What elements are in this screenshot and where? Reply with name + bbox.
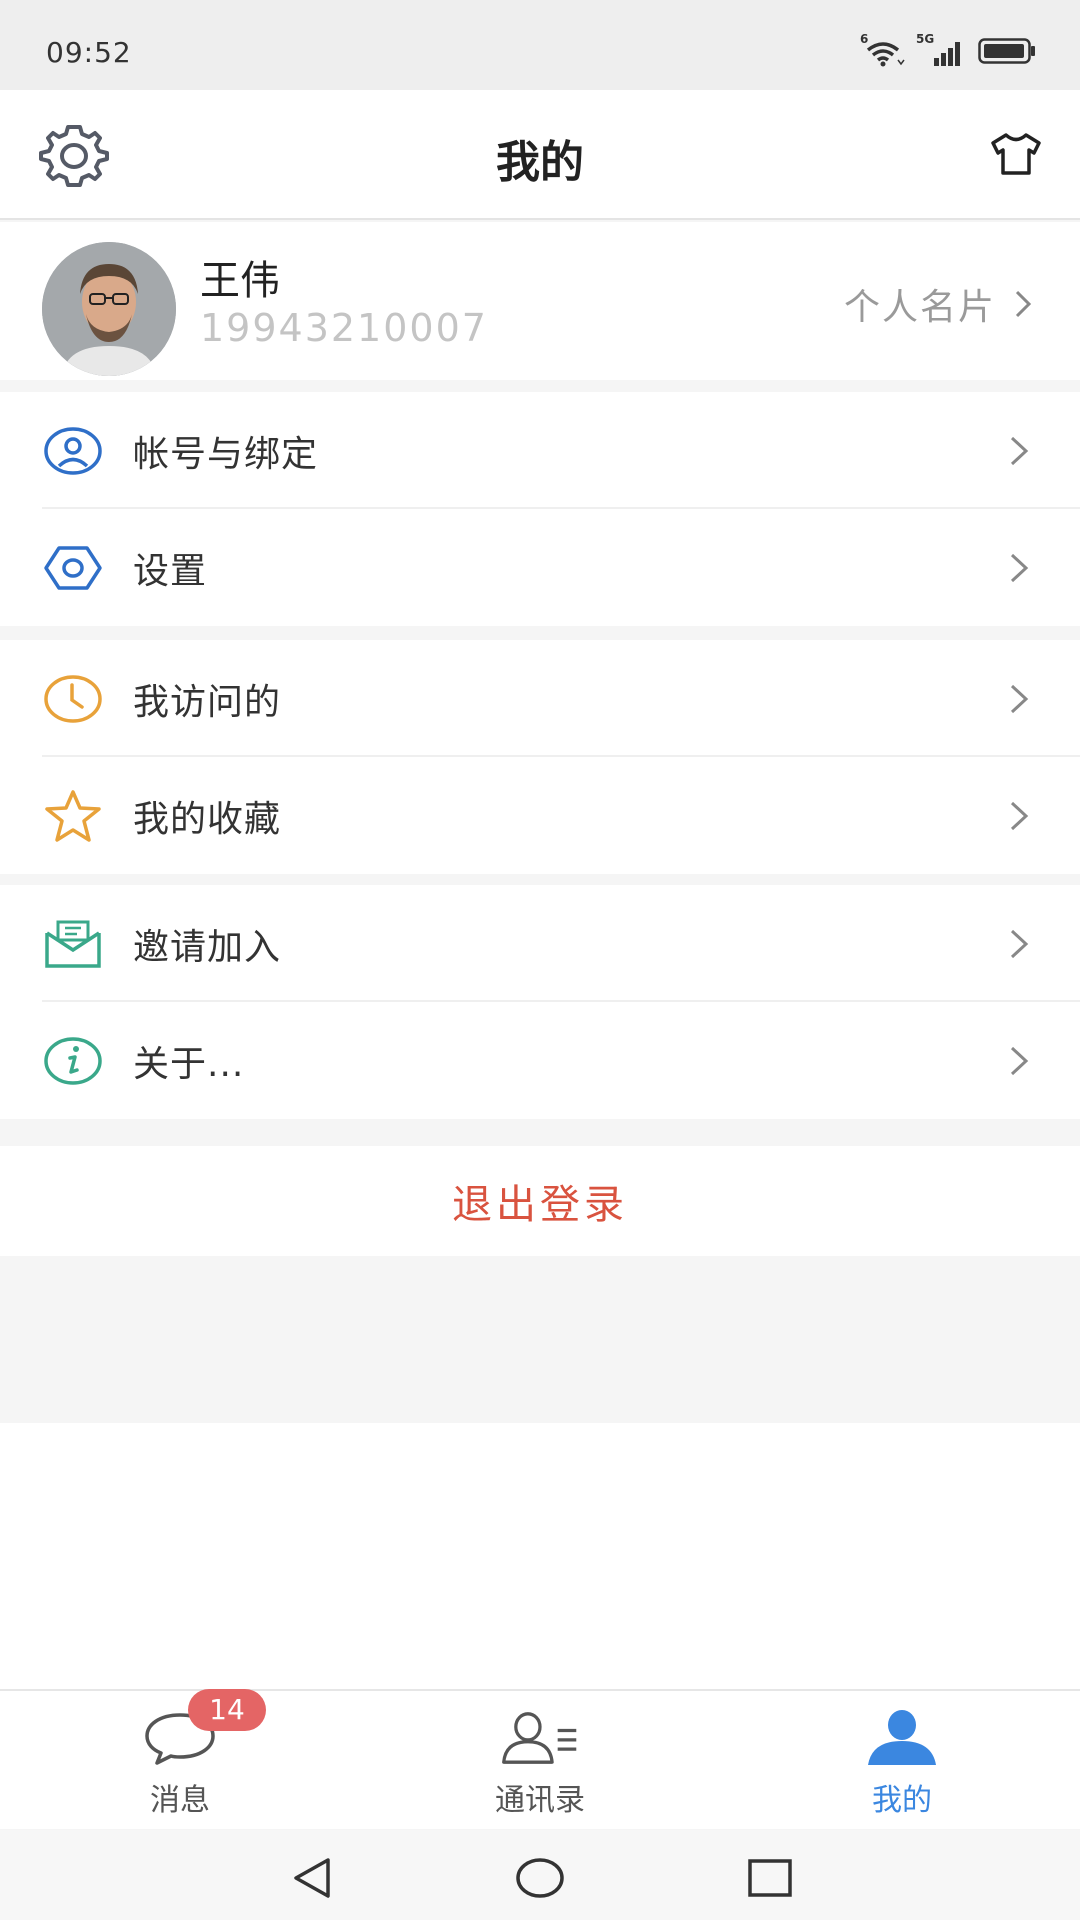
tab-label: 我的 [872,1783,932,1818]
menu-item-label: 我访问的 [133,681,282,723]
logout-label: 退出登录 [452,1182,628,1228]
menu-group-activity: 我访问的 我的收藏 [0,640,1080,874]
chevron-right-icon [1015,290,1032,318]
signal-icon: 5G [916,32,968,68]
menu-item-label: 关于... [133,1043,245,1085]
account-icon [42,420,104,482]
chevron-right-icon [1010,1046,1029,1076]
info-icon [42,1030,104,1092]
back-icon [294,1858,330,1898]
menu-item-about[interactable]: 关于... [0,1002,1080,1119]
business-card-label: 个人名片 [843,287,996,328]
content-background [0,1423,1080,1691]
tab-contacts[interactable]: 通讯录 [440,1691,640,1831]
recents-icon [748,1859,792,1897]
hexagon-settings-icon [42,537,104,599]
tab-label: 通讯录 [495,1783,585,1818]
tab-messages[interactable]: 14 消息 [80,1689,280,1831]
avatar[interactable] [42,242,176,376]
status-bar: 09:52 6 5G [0,0,1080,90]
chevron-right-icon [1010,436,1029,466]
menu-item-label: 设置 [133,550,208,592]
star-icon [42,785,104,847]
tab-me[interactable]: 我的 [802,1691,1002,1831]
home-icon [516,1858,564,1898]
menu-item-favorites[interactable]: 我的收藏 [0,757,1080,874]
network-tag: 5G [916,32,935,46]
clock-icon [42,668,104,730]
theme-button[interactable] [988,126,1044,182]
wifi-tag: 6 [860,32,869,46]
system-navigation-bar [0,1830,1080,1920]
person-icon [862,1705,942,1771]
tab-label: 消息 [150,1783,210,1818]
menu-item-invite[interactable]: 邀请加入 [0,885,1080,1002]
home-button[interactable] [510,1848,570,1908]
menu-item-visited[interactable]: 我访问的 [0,640,1080,757]
business-card-link[interactable]: 个人名片 [844,278,1032,330]
menu-item-account-binding[interactable]: 帐号与绑定 [0,392,1080,509]
envelope-icon [42,913,104,975]
profile-phone: 19943210007 [200,306,488,350]
menu-group-account: 帐号与绑定 设置 [0,392,1080,626]
chevron-right-icon [1010,684,1029,714]
status-time: 09:52 [46,36,132,69]
chevron-right-icon [1010,929,1029,959]
battery-icon [978,38,1036,68]
bottom-tab-bar: 14 消息 通讯录 我的 [0,1689,1080,1829]
header: 我的 [0,90,1080,220]
profile-name: 王伟 [200,258,280,304]
wifi-icon: 6 [860,32,906,68]
chevron-right-icon [1010,553,1029,583]
menu-item-label: 我的收藏 [133,798,282,840]
chevron-right-icon [1010,801,1029,831]
page-title: 我的 [496,137,584,188]
menu-item-label: 邀请加入 [133,926,282,968]
logout-button[interactable]: 退出登录 [0,1146,1080,1256]
unread-badge: 14 [188,1689,266,1731]
status-icons: 6 5G [860,32,1036,68]
tshirt-icon [991,133,1041,175]
contacts-icon [500,1705,580,1771]
menu-item-label: 帐号与绑定 [133,433,319,475]
profile-card[interactable]: 王伟 19943210007 个人名片 [0,222,1080,380]
menu-item-settings[interactable]: 设置 [0,509,1080,626]
back-button[interactable] [282,1848,342,1908]
recents-button[interactable] [740,1848,800,1908]
menu-group-misc: 邀请加入 关于... [0,885,1080,1119]
